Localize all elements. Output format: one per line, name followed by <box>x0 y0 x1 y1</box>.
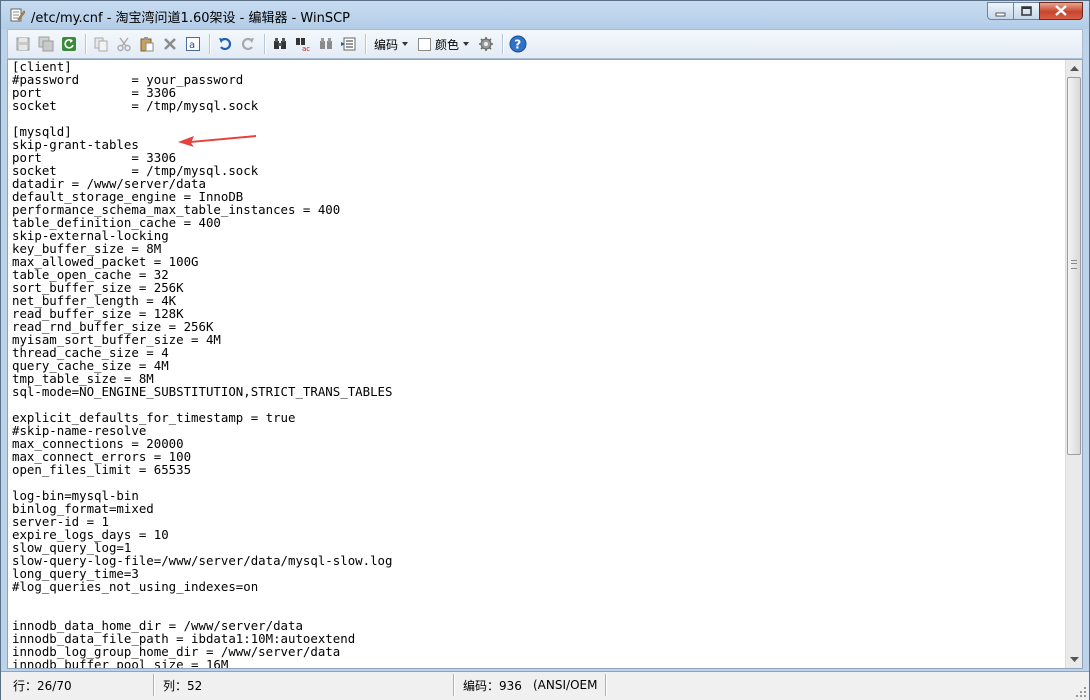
svg-text:?: ? <box>514 38 521 52</box>
editor-window: /etc/my.cnf - 淘宝湾问道1.60架设 - 编辑器 - WinSCP <box>0 0 1090 700</box>
code-line[interactable] <box>12 112 1062 125</box>
svg-text:a: a <box>189 40 195 51</box>
code-line[interactable]: query_cache_size = 4M <box>12 359 1062 372</box>
toolbar-separator <box>209 34 210 54</box>
delete-icon[interactable] <box>159 33 181 55</box>
code-line[interactable]: slow-query-log-file=/www/server/data/mys… <box>12 554 1062 567</box>
code-line[interactable]: innodb_buffer_pool_size = 16M <box>12 658 1062 668</box>
code-line[interactable]: open_files_limit = 65535 <box>12 463 1062 476</box>
toolbar-separator <box>502 34 504 54</box>
notepad-icon <box>10 8 25 22</box>
scrollbar-thumb[interactable] <box>1067 77 1081 455</box>
close-button[interactable] <box>1039 2 1083 20</box>
encoding-label: 编码 <box>374 37 399 52</box>
toolbar-separator <box>264 34 265 54</box>
code-line[interactable]: #log_queries_not_using_indexes=on <box>12 580 1062 593</box>
paste-icon[interactable] <box>136 33 158 55</box>
find-next-icon[interactable] <box>315 33 337 55</box>
code-line[interactable]: explicit_defaults_for_timestamp = true <box>12 411 1062 424</box>
code-line[interactable]: socket = /tmp/mysql.sock <box>12 99 1062 112</box>
find-icon[interactable] <box>269 33 291 55</box>
code-line[interactable]: myisam_sort_buffer_size = 4M <box>12 333 1062 346</box>
status-divider <box>605 674 606 696</box>
status-charset: (ANSI/OEM <box>533 678 598 692</box>
toolbar: a ac 编码 颜色 ? <box>7 29 1083 59</box>
close-icon <box>1055 5 1067 16</box>
settings-icon[interactable] <box>475 33 497 55</box>
code-line[interactable] <box>12 476 1062 489</box>
minimize-button[interactable] <box>987 2 1014 20</box>
window-title: /etc/my.cnf - 淘宝湾问道1.60架设 - 编辑器 - WinSCP <box>31 11 351 26</box>
code-line[interactable]: server-id = 1 <box>12 515 1062 528</box>
code-line[interactable] <box>12 593 1062 606</box>
status-divider <box>153 674 154 696</box>
replace-icon[interactable]: ac <box>292 33 314 55</box>
cut-icon[interactable] <box>113 33 135 55</box>
code-line[interactable]: binlog_format=mixed <box>12 502 1062 515</box>
minimize-icon <box>995 12 1006 17</box>
code-content[interactable]: [client] #password = your_password port = … <box>12 60 1062 668</box>
scroll-down-button[interactable] <box>1066 652 1082 668</box>
color-label: 颜色 <box>435 37 460 52</box>
encoding-dropdown[interactable]: 编码 <box>374 36 414 53</box>
undo-icon[interactable] <box>214 33 236 55</box>
chevron-up-icon <box>1069 66 1079 71</box>
code-line[interactable]: skip-external-locking <box>12 229 1062 242</box>
status-divider <box>453 674 454 696</box>
chevron-down-icon <box>1069 657 1079 662</box>
code-line[interactable]: table_definition_cache = 400 <box>12 216 1062 229</box>
reload-icon[interactable] <box>58 33 80 55</box>
text-editor[interactable]: [client] #password = your_password port = … <box>7 59 1083 669</box>
toolbar-separator <box>85 34 86 54</box>
resize-grip-icon[interactable] <box>1075 686 1087 698</box>
status-encoding: 编码：936 <box>463 678 522 693</box>
code-line[interactable]: thread_cache_size = 4 <box>12 346 1062 359</box>
status-bar: 行：26/70 列：52 编码：936 (ANSI/OEM <box>1 671 1089 700</box>
redo-icon[interactable] <box>237 33 259 55</box>
color-checkbox[interactable] <box>418 37 432 51</box>
chevron-down-icon <box>402 42 409 46</box>
code-line[interactable]: max_allowed_packet = 100G <box>12 255 1062 268</box>
status-line: 行：26/70 <box>13 678 72 693</box>
maximize-button[interactable] <box>1013 2 1040 20</box>
code-line[interactable]: log-bin=mysql-bin <box>12 489 1062 502</box>
chevron-down-icon <box>463 42 470 46</box>
help-icon[interactable]: ? <box>507 33 529 55</box>
red-arrow-annotation <box>178 135 256 147</box>
code-line[interactable]: [mysqld] <box>12 125 1062 138</box>
select-all-icon[interactable]: a <box>182 33 204 55</box>
save-icon[interactable] <box>12 33 34 55</box>
svg-text:ac: ac <box>302 45 310 52</box>
code-line[interactable]: expire_logs_days = 10 <box>12 528 1062 541</box>
title-bar[interactable]: /etc/my.cnf - 淘宝湾问道1.60架设 - 编辑器 - WinSCP <box>1 1 1089 29</box>
vertical-scrollbar[interactable] <box>1065 60 1082 668</box>
toolbar-separator <box>365 34 366 54</box>
scroll-up-button[interactable] <box>1066 60 1082 76</box>
maximize-icon <box>1021 6 1032 16</box>
grip-icon <box>1071 260 1077 269</box>
goto-line-icon[interactable] <box>338 33 360 55</box>
code-line[interactable]: sql-mode=NO_ENGINE_SUBSTITUTION,STRICT_T… <box>12 385 1062 398</box>
color-dropdown[interactable]: 颜色 <box>418 36 475 53</box>
save-all-icon[interactable] <box>35 33 57 55</box>
window-controls <box>987 2 1083 20</box>
status-column: 列：52 <box>163 678 203 693</box>
copy-icon[interactable] <box>90 33 112 55</box>
